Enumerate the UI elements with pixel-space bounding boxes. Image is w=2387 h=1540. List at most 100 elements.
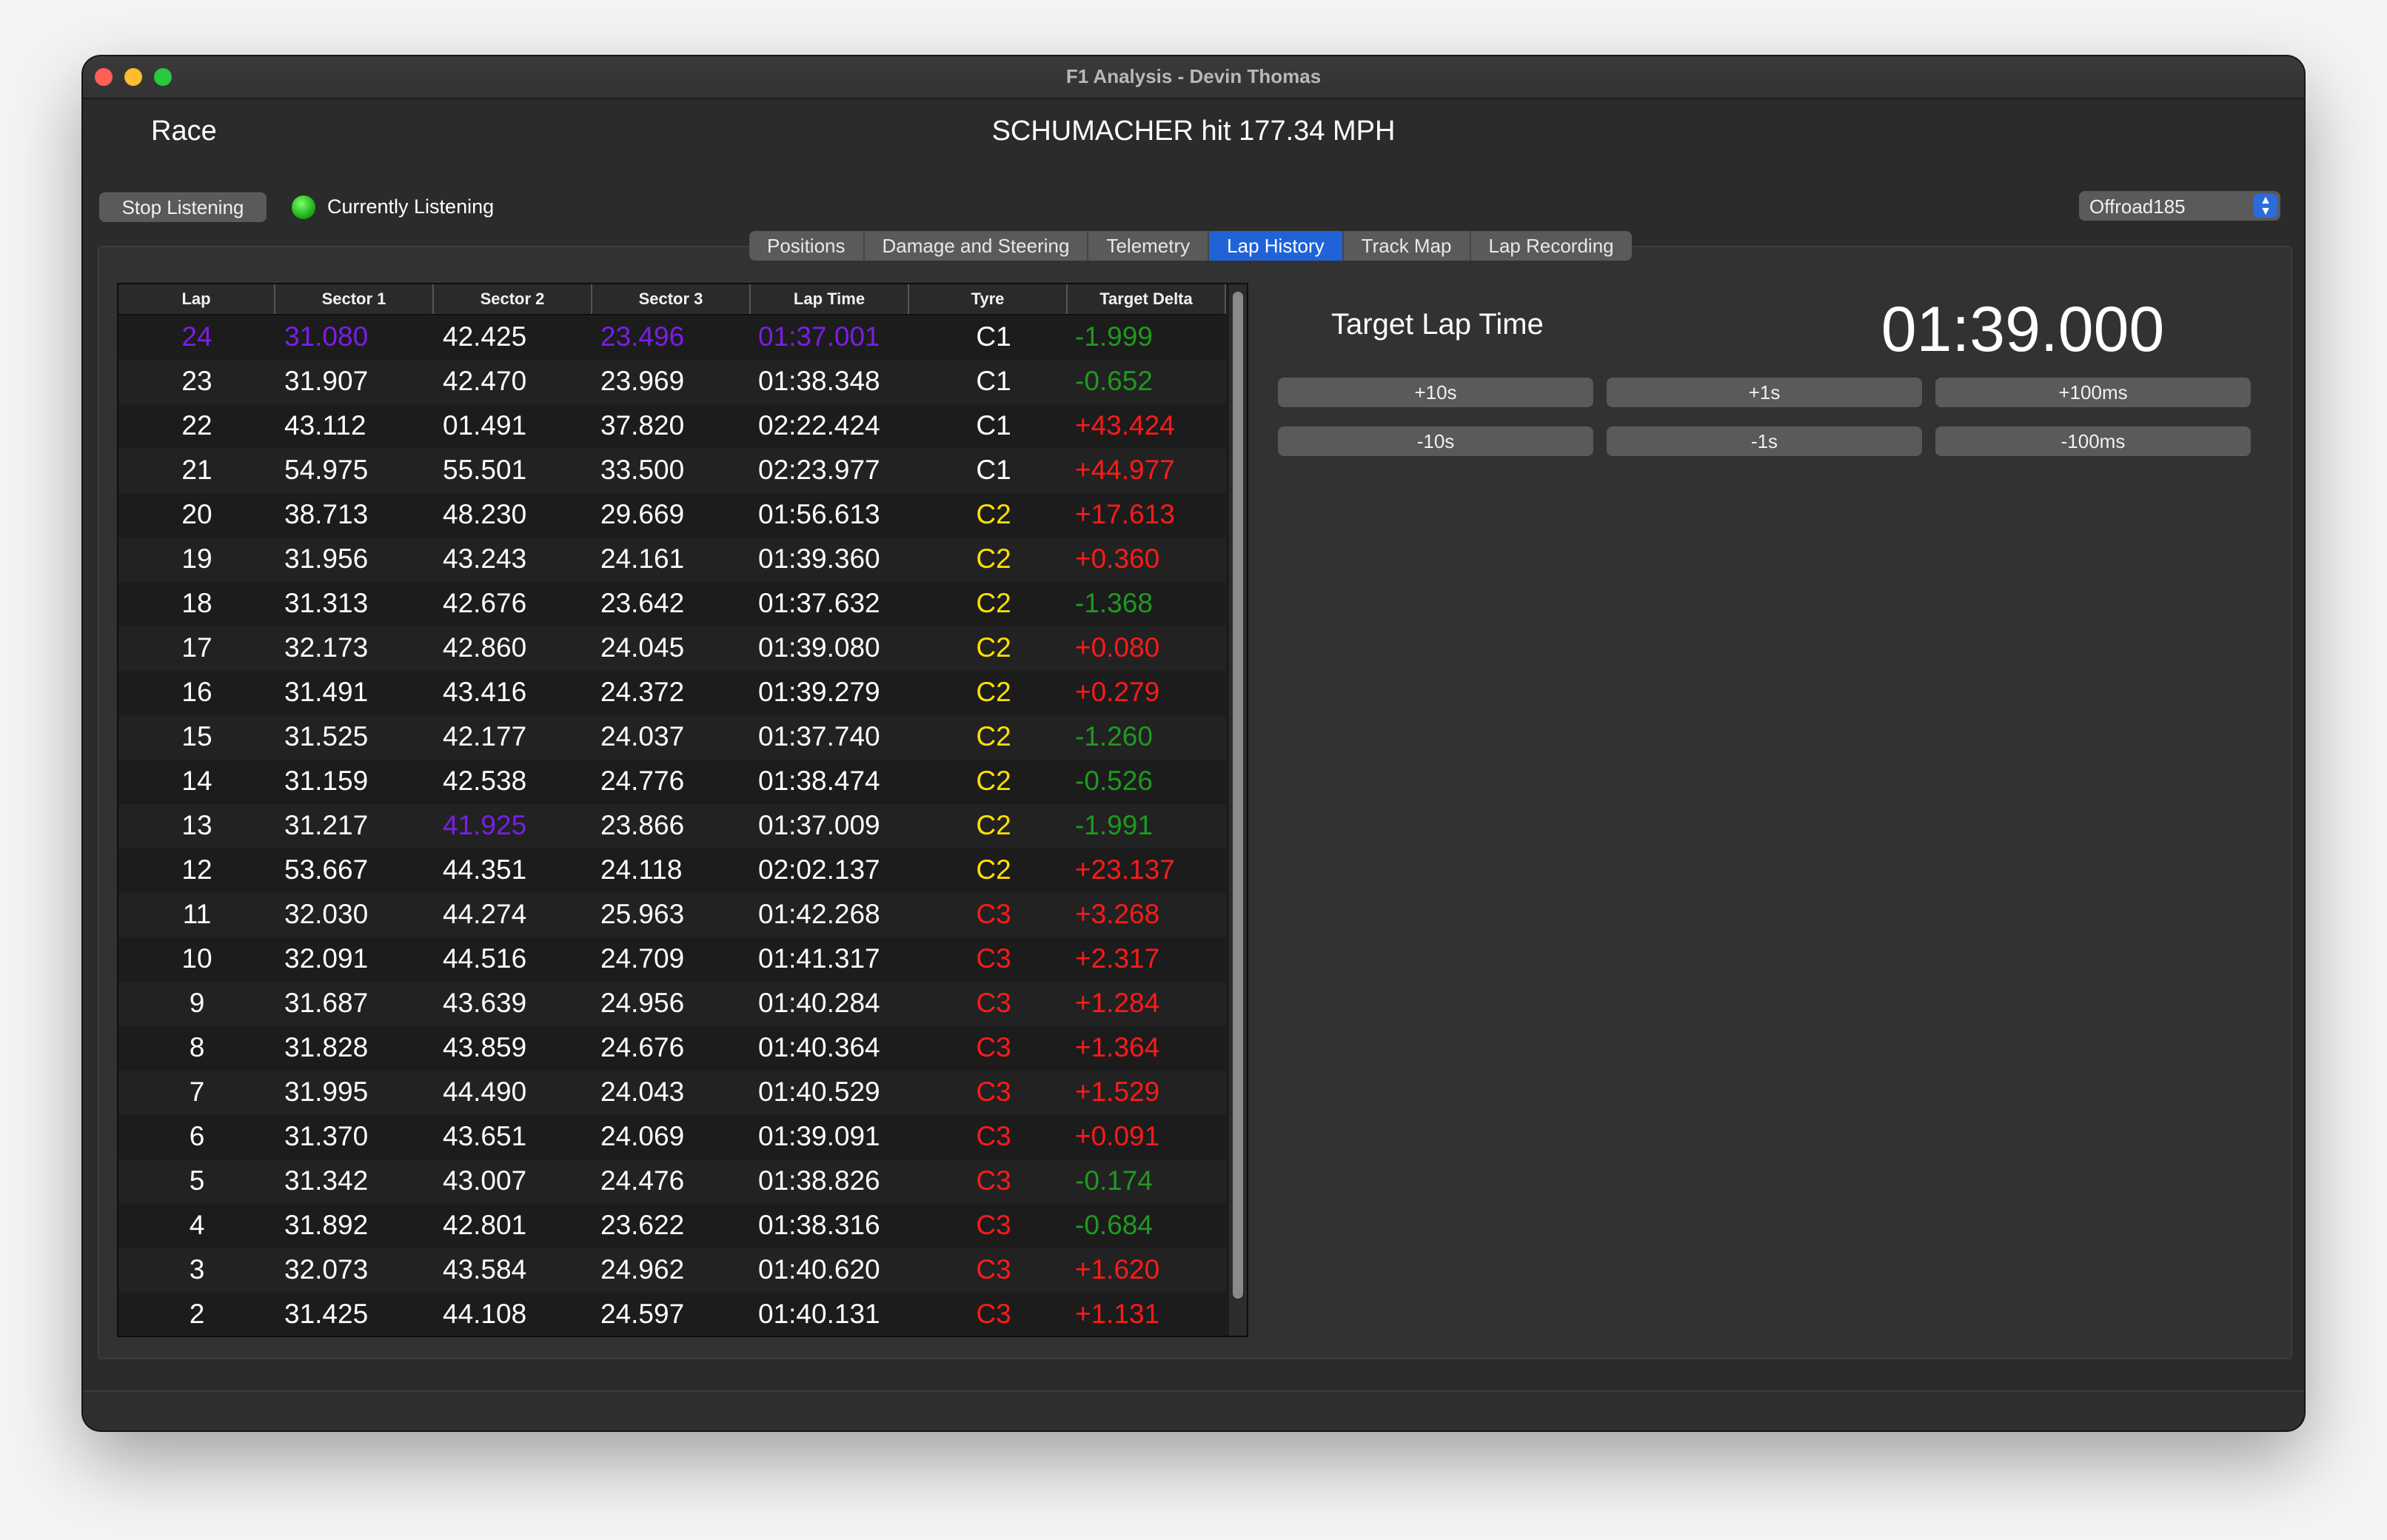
tab-lap-recording[interactable]: Lap Recording [1471, 231, 1632, 261]
table-row[interactable]: 6 31.370 43.651 24.069 01:39.091 C3 +0.091 [118, 1115, 1226, 1159]
table-row[interactable]: 16 31.491 43.416 24.372 01:39.279 C2 +0.279 [118, 671, 1226, 715]
cell-s2: 48.230 [443, 499, 527, 529]
table-row[interactable]: 18 31.313 42.676 23.642 01:37.632 C2 -1.368 [118, 582, 1226, 626]
cell-s2: 42.860 [443, 632, 527, 663]
table-row[interactable]: 5 31.342 43.007 24.476 01:38.826 C3 -0.174 [118, 1159, 1226, 1204]
table-row[interactable]: 4 31.892 42.801 23.622 01:38.316 C3 -0.684 [118, 1204, 1226, 1248]
column-header-sector-2[interactable]: Sector 2 [434, 284, 592, 314]
cell-s2: 42.538 [443, 766, 527, 796]
target-lap-time-label: Target Lap Time [1331, 308, 1544, 341]
cell-lap: 19 [181, 543, 212, 574]
cell-lt: 02:23.977 [758, 455, 880, 485]
table-row[interactable]: 3 32.073 43.584 24.962 01:40.620 C3 +1.620 [118, 1248, 1226, 1293]
adjust-minus-10s-button[interactable]: -10s [1278, 426, 1593, 456]
table-row[interactable]: 12 53.667 44.351 24.118 02:02.137 C2 +23.137 [118, 848, 1226, 893]
cell-tyre: C3 [976, 1032, 1011, 1062]
table-row[interactable]: 11 32.030 44.274 25.963 01:42.268 C3 +3.268 [118, 893, 1226, 937]
adjust-plusminus-1s-button[interactable]: +1s [1607, 378, 1922, 407]
cell-s2: 43.416 [443, 677, 527, 707]
adjust-plusminus-10s-button[interactable]: +10s [1278, 378, 1593, 407]
table-row[interactable]: 21 54.975 55.501 33.500 02:23.977 C1 +44.977 [118, 449, 1226, 493]
tab-track-map[interactable]: Track Map [1344, 231, 1471, 261]
table-row[interactable]: 23 31.907 42.470 23.969 01:38.348 C1 -0.652 [118, 360, 1226, 404]
table-row[interactable]: 24 31.080 42.425 23.496 01:37.001 C1 -1.999 [118, 315, 1226, 360]
cell-s2: 42.470 [443, 366, 527, 396]
cell-delta: +1.529 [1075, 1077, 1160, 1107]
table-row[interactable]: 8 31.828 43.859 24.676 01:40.364 C3 +1.364 [118, 1026, 1226, 1071]
cell-lt: 01:40.529 [758, 1077, 880, 1107]
cell-s1: 31.217 [284, 810, 369, 840]
cell-s2: 42.177 [443, 721, 527, 751]
table-body: 24 31.080 42.425 23.496 01:37.001 C1 -1.999 23 3… [118, 315, 1226, 1337]
cell-s2: 43.584 [443, 1254, 527, 1285]
cell-delta: +23.137 [1075, 854, 1175, 885]
driver-select[interactable]: Offroad185 ▲ ▼ [2079, 191, 2280, 221]
column-header-lap-time[interactable]: Lap Time [751, 284, 909, 314]
cell-s2: 42.801 [443, 1210, 527, 1240]
cell-s1: 31.907 [284, 366, 369, 396]
cell-s1: 31.828 [284, 1032, 369, 1062]
column-header-sector-3[interactable]: Sector 3 [592, 284, 751, 314]
cell-lap: 22 [181, 410, 212, 441]
cell-lap: 7 [189, 1077, 205, 1107]
cell-delta: +0.360 [1075, 543, 1160, 574]
column-header-tyre[interactable]: Tyre [909, 284, 1068, 314]
cell-lt: 02:22.424 [758, 410, 880, 441]
stop-listening-button[interactable]: Stop Listening [99, 192, 267, 222]
table-row[interactable]: 20 38.713 48.230 29.669 01:56.613 C2 +17.613 [118, 493, 1226, 538]
tab-damage-and-steering[interactable]: Damage and Steering [865, 231, 1089, 261]
table-row[interactable]: 17 32.173 42.860 24.045 01:39.080 C2 +0.080 [118, 626, 1226, 671]
table-row[interactable]: 10 32.091 44.516 24.709 01:41.317 C3 +2.317 [118, 937, 1226, 982]
cell-s3: 24.962 [600, 1254, 685, 1285]
cell-s3: 24.043 [600, 1077, 685, 1107]
table-row[interactable]: 22 43.112 01.491 37.820 02:22.424 C1 +43.424 [118, 404, 1226, 449]
app-window: F1 Analysis - Devin Thomas Race SCHUMACH… [83, 56, 2304, 1430]
cell-s3: 23.622 [600, 1210, 685, 1240]
adjust-minus-1s-button[interactable]: -1s [1607, 426, 1922, 456]
cell-delta: +43.424 [1075, 410, 1175, 441]
cell-s3: 25.963 [600, 899, 685, 929]
cell-s2: 44.351 [443, 854, 527, 885]
table-row[interactable]: 14 31.159 42.538 24.776 01:38.474 C2 -0.526 [118, 760, 1226, 804]
cell-tyre: C2 [976, 810, 1011, 840]
tab-lap-history[interactable]: Lap History [1209, 231, 1344, 261]
cell-s3: 37.820 [600, 410, 685, 441]
cell-lt: 01:37.009 [758, 810, 880, 840]
column-header-sector-1[interactable]: Sector 1 [275, 284, 434, 314]
adjust-plusminus-100ms-button[interactable]: +100ms [1935, 378, 2251, 407]
table-row[interactable]: 13 31.217 41.925 23.866 01:37.009 C2 -1.991 [118, 804, 1226, 848]
cell-delta: +0.091 [1075, 1121, 1160, 1151]
cell-tyre: C2 [976, 677, 1011, 707]
cell-lt: 01:40.620 [758, 1254, 880, 1285]
cell-s1: 54.975 [284, 455, 369, 485]
cell-s2: 43.859 [443, 1032, 527, 1062]
cell-tyre: C3 [976, 943, 1011, 974]
cell-s1: 31.313 [284, 588, 369, 618]
table-row[interactable]: 19 31.956 43.243 24.161 01:39.360 C2 +0.360 [118, 538, 1226, 582]
cell-tyre: C1 [976, 321, 1011, 352]
cell-lt: 01:37.740 [758, 721, 880, 751]
scrollbar-thumb[interactable] [1233, 292, 1243, 1299]
speed-message: SCHUMACHER hit 177.34 MPH [991, 116, 1396, 147]
cell-s2: 01.491 [443, 410, 527, 441]
table-header: Lap Sector 1 Sector 2 Sector 3 Lap Time Tyre T… [118, 284, 1226, 315]
cell-s1: 31.956 [284, 543, 369, 574]
cell-lt: 01:37.632 [758, 588, 880, 618]
table-row[interactable]: 15 31.525 42.177 24.037 01:37.740 C2 -1.260 [118, 715, 1226, 760]
table-row[interactable]: 2 31.425 44.108 24.597 01:40.131 C3 +1.131 [118, 1293, 1226, 1337]
title-bar: F1 Analysis - Devin Thomas [83, 56, 2304, 99]
column-header-target-delta[interactable]: Target Delta [1068, 284, 1226, 314]
cell-s3: 24.037 [600, 721, 685, 751]
tab-telemetry[interactable]: Telemetry [1088, 231, 1210, 261]
tab-positions[interactable]: Positions [749, 231, 865, 261]
cell-delta: +2.317 [1075, 943, 1160, 974]
cell-delta: +44.977 [1075, 455, 1175, 485]
cell-lt: 01:37.001 [758, 321, 880, 352]
cell-tyre: C3 [976, 899, 1011, 929]
column-header-lap[interactable]: Lap [118, 284, 275, 314]
table-row[interactable]: 7 31.995 44.490 24.043 01:40.529 C3 +1.529 [118, 1071, 1226, 1115]
adjust-minus-100ms-button[interactable]: -100ms [1935, 426, 2251, 456]
cell-lt: 01:39.360 [758, 543, 880, 574]
table-row[interactable]: 9 31.687 43.639 24.956 01:40.284 C3 +1.284 [118, 982, 1226, 1026]
table-scrollbar[interactable] [1229, 284, 1247, 1336]
